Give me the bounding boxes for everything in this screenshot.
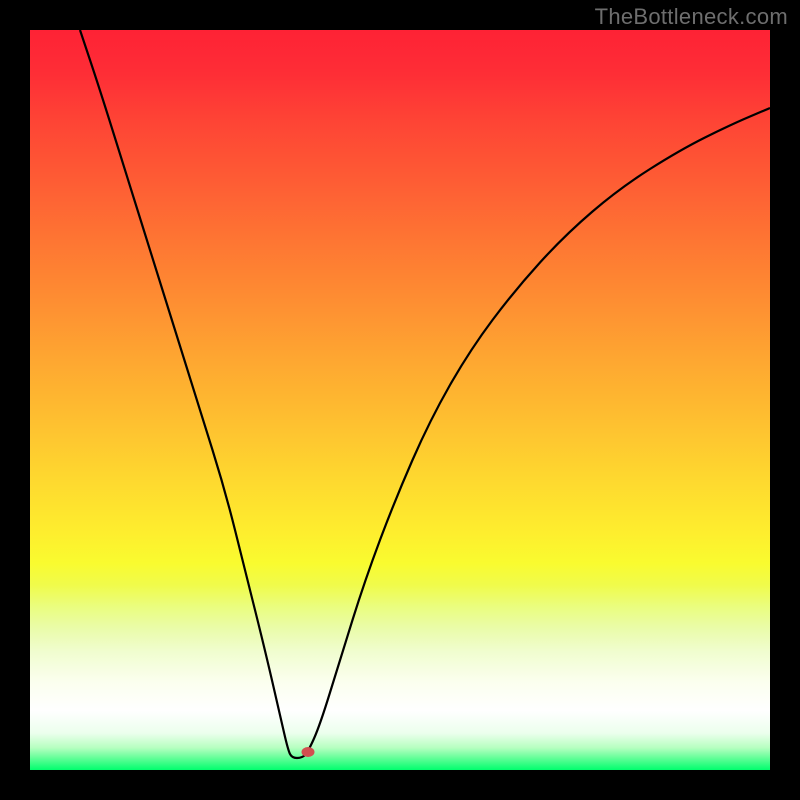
attribution-text: TheBottleneck.com — [595, 4, 788, 30]
curve-svg — [30, 30, 770, 770]
marker-dot — [302, 747, 315, 757]
plot-area — [30, 30, 770, 770]
chart-container: TheBottleneck.com — [0, 0, 800, 800]
bottleneck-curve — [80, 30, 770, 758]
